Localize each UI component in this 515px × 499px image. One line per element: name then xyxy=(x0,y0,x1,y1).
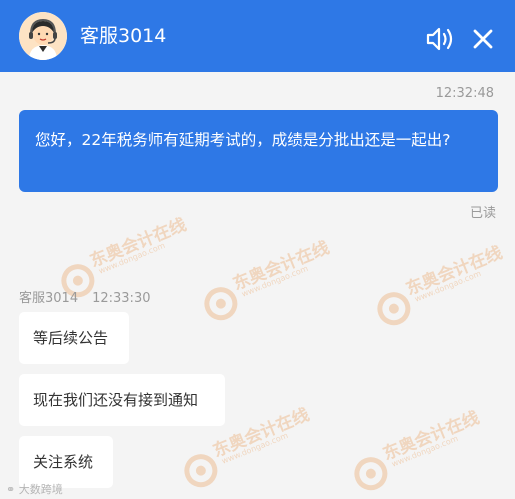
watermark-url: www.dongao.com xyxy=(220,430,290,466)
close-icon[interactable] xyxy=(470,26,496,52)
corner-logo-text: 大数跨境 xyxy=(18,483,63,496)
received-message-bubble[interactable]: 等后续公告 xyxy=(19,312,129,364)
sender-info: 客服3014 12:33:30 xyxy=(19,287,150,306)
watermark-url: www.dongao.com xyxy=(413,268,483,304)
watermark-brand: 东奥会计在线 xyxy=(380,407,483,465)
received-message-time: 12:33:30 xyxy=(92,291,151,306)
speaker-icon[interactable] xyxy=(425,25,457,53)
read-status: 已读 xyxy=(469,206,496,221)
watermark-url: www.dongao.com xyxy=(97,240,167,276)
agent-avatar-icon xyxy=(19,12,67,60)
sent-message-bubble[interactable]: 您好，22年税务师有延期考试的，成绩是分批出还是一起出? xyxy=(19,110,498,192)
chat-header: 客服3014 xyxy=(0,0,515,72)
chat-title: 客服3014 xyxy=(80,25,167,47)
received-message-text: 等后续公告 xyxy=(33,329,109,347)
watermark-url: www.dongao.com xyxy=(390,433,460,469)
received-message-bubble[interactable]: 现在我们还没有接到通知 xyxy=(19,374,225,426)
watermark-brand: 东奥会计在线 xyxy=(230,237,333,295)
watermark-brand: 东奥会计在线 xyxy=(403,242,506,300)
corner-logo: ⚭ 大数跨境 xyxy=(6,481,63,497)
received-message-text: 关注系统 xyxy=(33,453,94,471)
watermark-brand: 东奥会计在线 xyxy=(87,214,190,272)
watermark-url: www.dongao.com xyxy=(240,263,310,299)
link-icon: ⚭ xyxy=(6,483,16,496)
sender-name: 客服3014 xyxy=(19,291,79,306)
received-message-text: 现在我们还没有接到通知 xyxy=(33,391,199,409)
sent-message-time: 12:32:48 xyxy=(435,86,494,101)
sent-message-text: 您好，22年税务师有延期考试的，成绩是分批出还是一起出? xyxy=(35,131,451,149)
